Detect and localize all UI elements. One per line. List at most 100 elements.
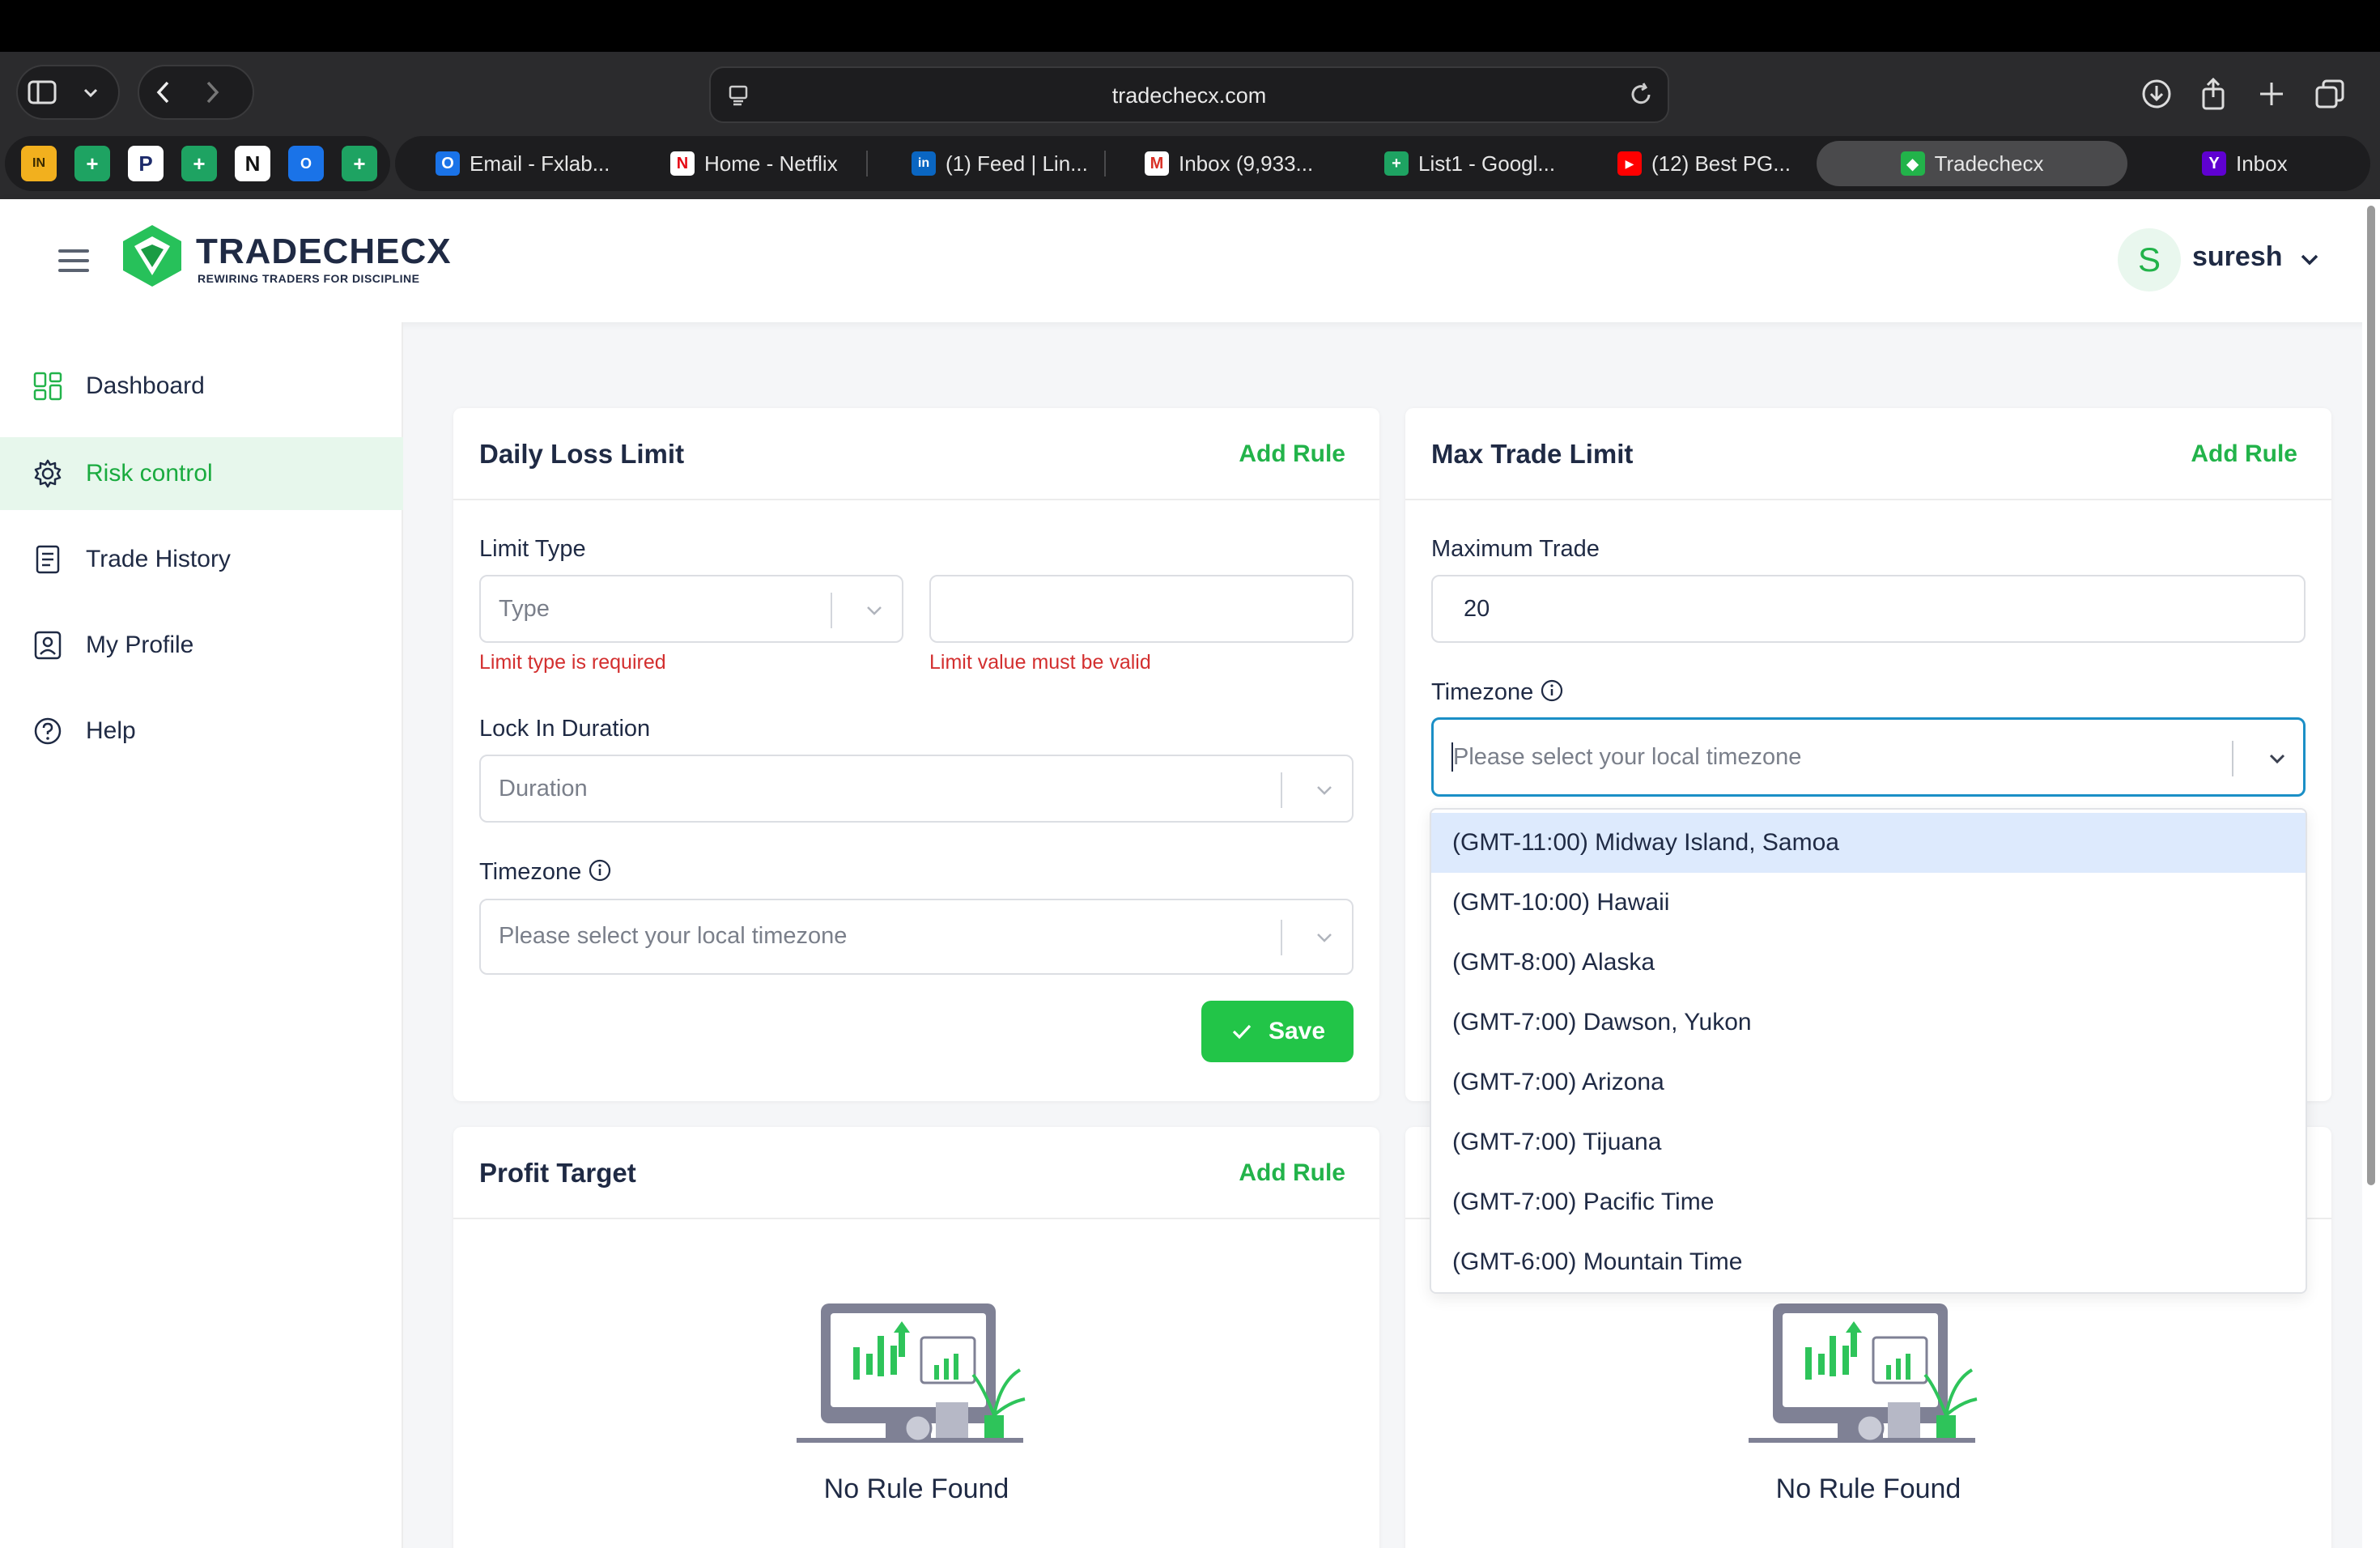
- gear-icon: [34, 459, 62, 488]
- lock-in-duration-label: Lock In Duration: [479, 716, 651, 742]
- maximum-trade-label: Maximum Trade: [1431, 536, 1600, 562]
- card-header: Profit Target Add Rule: [453, 1127, 1379, 1219]
- sidebar-item-help[interactable]: Help: [0, 695, 403, 768]
- info-icon[interactable]: [588, 858, 612, 882]
- linkedin-icon: in: [912, 151, 936, 176]
- tab-sheets[interactable]: + List1 - Googl...: [1384, 136, 1555, 191]
- profile-icon: [34, 631, 62, 660]
- reload-icon[interactable]: [1627, 81, 1655, 108]
- tab-label: Email - Fxlab...: [470, 151, 610, 176]
- daily-loss-limit-card: Daily Loss Limit Add Rule Limit Type Typ…: [453, 408, 1379, 1101]
- tab-tradechecx[interactable]: ◆ Tradechecx: [1817, 141, 2127, 186]
- select-placeholder: Duration: [499, 776, 588, 802]
- select-placeholder: Type: [499, 596, 550, 622]
- add-rule-button[interactable]: Add Rule: [1239, 1159, 1345, 1187]
- input-value: 20: [1464, 596, 1490, 622]
- system-menu-bar: [0, 0, 2380, 52]
- menu-icon[interactable]: [58, 249, 89, 272]
- limit-value-error: Limit value must be valid: [929, 651, 1151, 674]
- save-button[interactable]: Save: [1201, 1001, 1354, 1062]
- timezone-option[interactable]: (GMT-8:00) Alaska: [1431, 933, 2306, 993]
- download-icon[interactable]: [2140, 78, 2173, 110]
- sidebar-item-risk-control[interactable]: Risk control: [0, 437, 403, 510]
- tab-yahoo-inbox[interactable]: Y Inbox: [2202, 136, 2288, 191]
- sidebar-item-label: Trade History: [86, 546, 231, 572]
- empty-state-message: No Rule Found: [1775, 1474, 1961, 1504]
- sheets-icon[interactable]: +: [181, 146, 217, 181]
- new-tab-icon[interactable]: [2255, 78, 2288, 110]
- notion-icon[interactable]: N: [235, 146, 270, 181]
- page-scrollbar[interactable]: [2362, 199, 2380, 1548]
- back-icon[interactable]: [139, 68, 188, 117]
- youtube-icon: ▶: [1617, 151, 1642, 176]
- chevron-down-icon[interactable]: [66, 68, 115, 117]
- sidebar-icon[interactable]: [18, 68, 66, 117]
- sidebar-item-trade-history[interactable]: Trade History: [0, 523, 403, 596]
- chevron-down-icon: [1317, 786, 1332, 795]
- dashboard-icon: [33, 372, 62, 401]
- avatar[interactable]: S: [2118, 228, 2181, 291]
- chevron-down-icon[interactable]: [2297, 248, 2322, 272]
- brand-tagline: REWIRING TRADERS FOR DISCIPLINE: [198, 272, 420, 285]
- brand-name: TRADECHECX: [196, 232, 452, 271]
- maximum-trade-input[interactable]: 20: [1431, 575, 2306, 643]
- save-label: Save: [1268, 1018, 1326, 1044]
- sheets-icon: +: [1384, 151, 1409, 176]
- yahoo-icon: Y: [2202, 151, 2226, 176]
- tab-youtube[interactable]: ▶ (12) Best PG...: [1617, 136, 1791, 191]
- tab-linkedin[interactable]: in (1) Feed | Lin...: [912, 136, 1088, 191]
- sidebar: Dashboard Risk control Trade History My …: [0, 322, 403, 1548]
- timezone-option[interactable]: (GMT-7:00) Pacific Time: [1431, 1172, 2306, 1232]
- timezone-select[interactable]: Please select your local timezone: [479, 899, 1354, 975]
- limit-value-input[interactable]: [929, 575, 1354, 643]
- outlook-icon[interactable]: O: [288, 146, 324, 181]
- sidebar-item-label: My Profile: [86, 632, 194, 658]
- sheets-icon[interactable]: +: [342, 146, 377, 181]
- timezone-option[interactable]: (GMT-7:00) Arizona: [1431, 1053, 2306, 1112]
- timezone-label: Timezone: [479, 858, 612, 886]
- sidebar-toggle-group[interactable]: [16, 65, 120, 120]
- check-icon: [1232, 1024, 1252, 1040]
- limit-type-error: Limit type is required: [479, 651, 666, 674]
- tab-gmail[interactable]: M Inbox (9,933...: [1145, 136, 1313, 191]
- empty-state-message: No Rule Found: [823, 1474, 1009, 1504]
- address-bar[interactable]: tradechecx.com: [709, 66, 1669, 123]
- timezone-label-text: Timezone: [1431, 679, 1534, 705]
- share-icon[interactable]: [2197, 78, 2229, 110]
- sidebar-item-my-profile[interactable]: My Profile: [0, 609, 403, 682]
- timezone-option[interactable]: (GMT-7:00) Tijuana: [1431, 1112, 2306, 1172]
- sidebar-item-dashboard[interactable]: Dashboard: [0, 350, 403, 423]
- add-rule-button[interactable]: Add Rule: [2191, 440, 2297, 468]
- card-header: Max Trade Limit Add Rule: [1405, 408, 2331, 500]
- card-title: Daily Loss Limit: [479, 439, 685, 469]
- limit-type-select[interactable]: Type: [479, 575, 903, 643]
- forward-icon[interactable]: [188, 68, 236, 117]
- timezone-option[interactable]: (GMT-11:00) Midway Island, Samoa: [1431, 813, 2306, 873]
- outlook-icon: O: [436, 151, 460, 176]
- tab-email[interactable]: O Email - Fxlab...: [436, 136, 610, 191]
- tab-netflix[interactable]: N Home - Netflix: [670, 136, 838, 191]
- url-text: tradechecx.com: [1111, 83, 1267, 108]
- pinned-app-icon[interactable]: IN: [21, 146, 57, 181]
- timezone-option[interactable]: (GMT-6:00) Mountain Time: [1431, 1232, 2306, 1292]
- tradechecx-icon: ◆: [1900, 151, 1925, 176]
- scrollbar-thumb[interactable]: [2367, 206, 2375, 1185]
- tab-label: Inbox (9,933...: [1179, 151, 1314, 176]
- pinned-p-icon[interactable]: P: [128, 146, 164, 181]
- card-header: Daily Loss Limit Add Rule: [453, 408, 1379, 500]
- netflix-icon: N: [670, 151, 695, 176]
- tradechecx-logo-icon: [123, 225, 181, 287]
- duration-select[interactable]: Duration: [479, 755, 1354, 823]
- timezone-select[interactable]: Please select your local timezone: [1431, 717, 2306, 797]
- sheets-icon[interactable]: +: [74, 146, 110, 181]
- tab-overview-icon[interactable]: [2314, 78, 2346, 110]
- document-list-icon: [36, 545, 60, 574]
- timezone-option[interactable]: (GMT-7:00) Dawson, Yukon: [1431, 993, 2306, 1053]
- card-title: Profit Target: [479, 1158, 636, 1188]
- gmail-icon: M: [1145, 151, 1169, 176]
- chevron-down-icon: [2269, 754, 2285, 764]
- username[interactable]: suresh: [2192, 241, 2283, 273]
- info-icon[interactable]: [1540, 678, 1564, 703]
- add-rule-button[interactable]: Add Rule: [1239, 440, 1345, 468]
- timezone-option[interactable]: (GMT-10:00) Hawaii: [1431, 873, 2306, 933]
